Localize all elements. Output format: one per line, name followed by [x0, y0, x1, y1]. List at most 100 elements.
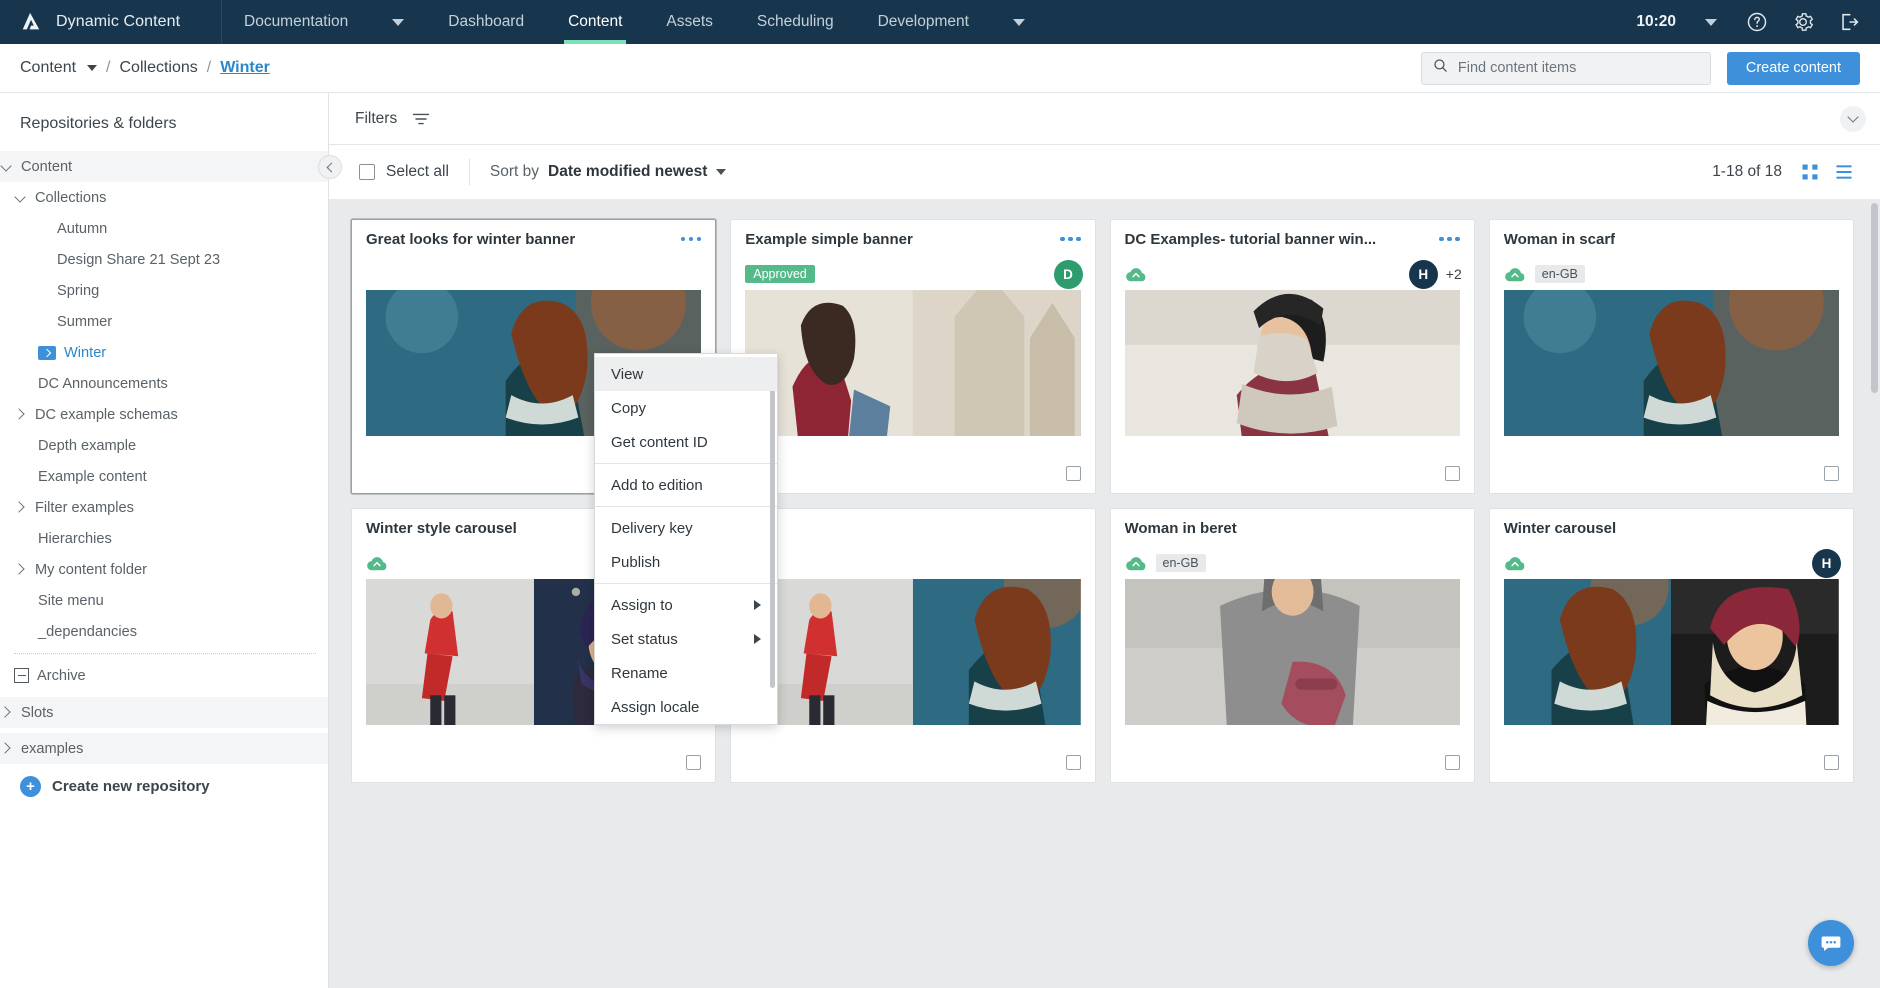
- tree-item-winter[interactable]: Winter: [0, 337, 328, 368]
- chevron-down-icon[interactable]: [716, 169, 727, 175]
- view-toggle: [1800, 162, 1854, 182]
- nav-item-assets[interactable]: Assets: [644, 0, 735, 44]
- filter-expand-button[interactable]: [1840, 105, 1866, 132]
- context-menu-item-copy[interactable]: Copy: [595, 391, 777, 425]
- avatar[interactable]: H: [1812, 548, 1841, 578]
- chevron-right-icon[interactable]: [14, 501, 27, 514]
- tree-item-site-menu[interactable]: Site menu: [0, 585, 328, 616]
- breadcrumb-item-winter[interactable]: Winter: [220, 59, 270, 77]
- logout-button[interactable]: [1826, 0, 1872, 44]
- create-content-button[interactable]: Create content: [1726, 51, 1860, 85]
- filter-icon[interactable]: [411, 109, 431, 129]
- settings-button[interactable]: [1780, 0, 1826, 44]
- select-all-control[interactable]: Select all: [359, 163, 449, 181]
- content-card[interactable]: [730, 508, 1096, 783]
- page-scrollbar[interactable]: [1871, 203, 1878, 393]
- tree-item-examples[interactable]: examples: [0, 733, 328, 764]
- search-box[interactable]: [1420, 51, 1711, 85]
- context-menu-item-rename[interactable]: Rename: [595, 656, 777, 690]
- card-select-checkbox[interactable]: [1444, 755, 1460, 770]
- nav-item-development[interactable]: Development: [856, 0, 991, 44]
- clock-dropdown-button[interactable]: [1688, 0, 1734, 44]
- sort-by-control[interactable]: Sort by Date modified newest: [490, 163, 727, 181]
- tree-item-design-share[interactable]: Design Share 21 Sept 23: [0, 244, 328, 275]
- tree-item-spring[interactable]: Spring: [0, 275, 328, 306]
- card-select-checkbox[interactable]: [1444, 466, 1460, 481]
- tree-item-collections[interactable]: Collections: [0, 182, 328, 213]
- brand-area[interactable]: Dynamic Content: [0, 0, 222, 44]
- tree-item-content[interactable]: Content: [0, 151, 328, 182]
- chevron-down-icon[interactable]: [14, 191, 27, 204]
- card-select-checkbox[interactable]: [1824, 755, 1839, 770]
- more-options-icon[interactable]: [1437, 231, 1462, 248]
- nav-dropdown-documentation[interactable]: Documentation: [222, 0, 370, 44]
- search-input[interactable]: [1457, 60, 1700, 76]
- chevron-right-icon[interactable]: [14, 408, 27, 421]
- content-card[interactable]: Woman in beret en-GB: [1109, 508, 1475, 783]
- grid-view-icon[interactable]: [1800, 162, 1820, 182]
- context-menu-item-publish[interactable]: Publish: [595, 545, 777, 579]
- create-new-repository-button[interactable]: + Create new repository: [0, 764, 328, 809]
- card-select-checkbox[interactable]: [686, 755, 702, 770]
- card-select-checkbox[interactable]: [1824, 466, 1839, 481]
- sidebar-collapse-button[interactable]: [318, 155, 342, 179]
- tree-item-autumn[interactable]: Autumn: [0, 213, 328, 244]
- chevron-down-icon[interactable]: [0, 160, 13, 173]
- tree-item-slots[interactable]: Slots: [0, 697, 328, 728]
- context-menu-item-get-content-id[interactable]: Get content ID: [595, 425, 777, 459]
- context-menu-separator: [595, 506, 777, 507]
- sort-by-value[interactable]: Date modified newest: [548, 163, 707, 181]
- chevron-right-icon[interactable]: [14, 563, 27, 576]
- nav-documentation-caret[interactable]: [370, 0, 426, 44]
- context-menu-item-delivery-key[interactable]: Delivery key: [595, 511, 777, 545]
- help-button[interactable]: [1734, 0, 1780, 44]
- card-select-checkbox[interactable]: [1065, 755, 1081, 770]
- tree-item-label: Design Share 21 Sept 23: [57, 251, 221, 268]
- tree-item-summer[interactable]: Summer: [0, 306, 328, 337]
- content-card[interactable]: DC Examples- tutorial banner win... H +2: [1109, 219, 1475, 494]
- context-menu-separator: [595, 463, 777, 464]
- context-menu-item-add-to-edition[interactable]: Add to edition: [595, 468, 777, 502]
- chevron-down-icon: [1012, 18, 1025, 26]
- avatar[interactable]: H: [1408, 259, 1438, 289]
- tree-item-example-content[interactable]: Example content: [0, 461, 328, 492]
- content-card[interactable]: Woman in scarf en-GB: [1488, 219, 1854, 494]
- card-select-checkbox[interactable]: [1065, 466, 1081, 481]
- context-menu-label: Add to edition: [611, 476, 703, 494]
- context-menu-item-set-status[interactable]: Set status: [595, 622, 777, 656]
- more-options-icon[interactable]: [1058, 231, 1083, 248]
- context-menu-item-assign-to[interactable]: Assign to: [595, 588, 777, 622]
- nav-item-content[interactable]: Content: [546, 0, 644, 44]
- avatar[interactable]: D: [1053, 259, 1083, 289]
- tree-item-dependancies[interactable]: _dependancies: [0, 616, 328, 647]
- published-cloud-icon: [1504, 266, 1526, 283]
- context-menu-item-view[interactable]: View: [595, 357, 777, 391]
- card-header: Woman in beret: [1111, 509, 1474, 547]
- list-view-icon[interactable]: [1834, 162, 1854, 182]
- tree-item-filter-examples[interactable]: Filter examples: [0, 492, 328, 523]
- breadcrumb-bar: Content / Collections / Winter Create co…: [0, 44, 1880, 93]
- breadcrumb-item-collections[interactable]: Collections: [120, 59, 198, 77]
- tree-item-my-content-folder[interactable]: My content folder: [0, 554, 328, 585]
- more-options-icon[interactable]: [679, 231, 704, 248]
- chat-support-button[interactable]: [1808, 920, 1854, 966]
- tree-item-dc-example-schemas[interactable]: DC example schemas: [0, 399, 328, 430]
- content-card[interactable]: Example simple banner Approved D: [730, 219, 1096, 494]
- chevron-right-icon[interactable]: [0, 742, 13, 755]
- chevron-down-icon[interactable]: [87, 65, 98, 71]
- pagination-count: 1-18 of 18: [1712, 163, 1782, 180]
- tree-item-dc-announcements[interactable]: DC Announcements: [0, 368, 328, 399]
- toolbar-right: 1-18 of 18: [1712, 162, 1854, 182]
- nav-development-caret[interactable]: [991, 0, 1047, 44]
- content-card[interactable]: Winter carousel H: [1488, 508, 1854, 783]
- breadcrumb-item-content[interactable]: Content: [20, 59, 76, 77]
- tree-item-hierarchies[interactable]: Hierarchies: [0, 523, 328, 554]
- tree-item-depth-example[interactable]: Depth example: [0, 430, 328, 461]
- nav-item-dashboard[interactable]: Dashboard: [426, 0, 546, 44]
- context-menu-label: Copy: [611, 399, 647, 417]
- context-menu-item-assign-locale[interactable]: Assign locale: [595, 690, 777, 724]
- chevron-right-icon[interactable]: [0, 706, 13, 719]
- select-all-checkbox[interactable]: [359, 164, 375, 180]
- nav-item-scheduling[interactable]: Scheduling: [735, 0, 856, 44]
- tree-item-archive[interactable]: Archive: [0, 660, 328, 691]
